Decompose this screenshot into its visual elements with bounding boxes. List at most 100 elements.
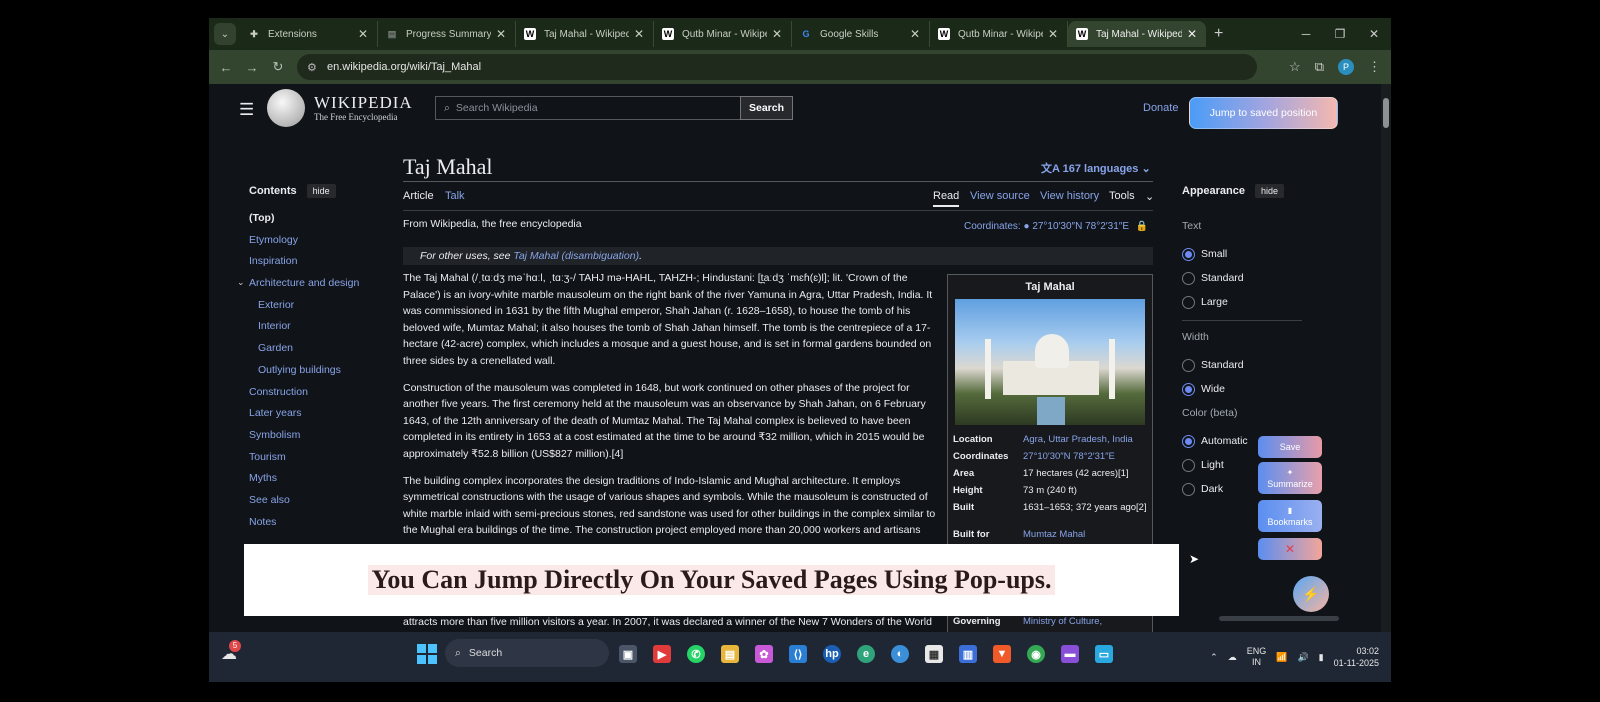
- tab-search-button[interactable]: ⌄: [214, 23, 236, 45]
- toc-item[interactable]: Interior: [249, 320, 389, 342]
- close-tab-icon[interactable]: ✕: [1047, 27, 1059, 41]
- extensions-icon[interactable]: ⧉: [1315, 59, 1324, 75]
- hp-icon[interactable]: hp: [823, 645, 841, 663]
- extension-fab-button[interactable]: ⚡: [1293, 576, 1329, 612]
- start-button[interactable]: [417, 644, 437, 664]
- main-menu-icon[interactable]: ☰: [239, 100, 254, 120]
- task-view-icon[interactable]: ▣: [619, 645, 637, 663]
- calendar-icon[interactable]: ▦: [925, 645, 943, 663]
- radio-icon[interactable]: [1182, 458, 1195, 472]
- appearance-hide-button[interactable]: hide: [1254, 184, 1284, 198]
- toc-item[interactable]: ⌄ Architecture and design: [237, 277, 389, 299]
- close-popup-button[interactable]: ✕: [1258, 538, 1322, 560]
- close-tab-icon[interactable]: ✕: [909, 27, 921, 41]
- radio-icon[interactable]: [1182, 247, 1195, 261]
- browser-tab[interactable]: ▤ Progress Summary ✕: [378, 21, 516, 47]
- infobox-value[interactable]: 27°10′30″N 78°2′31″E: [1023, 451, 1147, 468]
- whatsapp-icon[interactable]: ✆: [687, 645, 705, 663]
- minimize-icon[interactable]: ─: [1289, 27, 1323, 41]
- radio-icon[interactable]: [1182, 295, 1195, 309]
- address-bar[interactable]: ⚙ en.wikipedia.org/wiki/Taj_Mahal: [297, 54, 1257, 80]
- summarize-button[interactable]: ✦ Summarize: [1258, 462, 1322, 494]
- infobox-value[interactable]: Agra, Uttar Pradesh, India: [1023, 434, 1147, 451]
- app-icon[interactable]: ◐: [891, 645, 909, 663]
- close-tab-icon[interactable]: ✕: [771, 27, 783, 41]
- battery-icon[interactable]: ▮: [1319, 652, 1324, 663]
- screen-icon[interactable]: ▭: [1095, 645, 1113, 663]
- browser-tab[interactable]: W Taj Mahal - Wikipedia ✕: [516, 21, 654, 47]
- close-tab-icon[interactable]: ✕: [633, 27, 645, 41]
- tab-article[interactable]: Article: [403, 190, 434, 202]
- radio-icon[interactable]: [1182, 482, 1195, 496]
- browser-tab[interactable]: W Qutb Minar - Wikipedia ✕: [654, 21, 792, 47]
- tab-read[interactable]: Read: [933, 190, 960, 207]
- close-tab-icon[interactable]: ✕: [1186, 27, 1198, 41]
- toc-item[interactable]: Exterior: [249, 299, 389, 321]
- back-icon[interactable]: ←: [213, 60, 239, 75]
- tab-view-history[interactable]: View history: [1040, 190, 1099, 202]
- toc-item[interactable]: Notes: [249, 516, 389, 538]
- youtube-icon[interactable]: ▶: [653, 645, 671, 663]
- close-window-icon[interactable]: ✕: [1357, 27, 1391, 41]
- clock[interactable]: 03:02 01-11-2025: [1334, 645, 1379, 669]
- cloud-icon[interactable]: ☁: [1228, 652, 1237, 663]
- chevron-down-icon[interactable]: ⌄: [237, 277, 245, 288]
- store-icon[interactable]: ▥: [959, 645, 977, 663]
- radio-option[interactable]: Standard: [1182, 266, 1332, 290]
- bookmarks-button[interactable]: ▮ Bookmarks: [1258, 500, 1322, 532]
- search-input[interactable]: ⌕ Search Wikipedia: [435, 96, 741, 120]
- radio-option[interactable]: Small: [1182, 242, 1332, 266]
- menu-kebab-icon[interactable]: ⋮: [1368, 59, 1381, 75]
- toc-item[interactable]: See also: [249, 494, 389, 516]
- tab-talk[interactable]: Talk: [445, 190, 465, 202]
- toc-item[interactable]: Outlying buildings: [249, 364, 389, 386]
- toc-item[interactable]: Etymology: [249, 234, 389, 256]
- edge-icon[interactable]: e: [857, 645, 875, 663]
- horizontal-scrollbar[interactable]: [1219, 616, 1339, 621]
- radio-icon[interactable]: [1182, 271, 1195, 285]
- languages-button[interactable]: 文A 167 languages ⌄: [1041, 160, 1151, 176]
- radio-icon[interactable]: [1182, 358, 1195, 372]
- site-info-icon[interactable]: ⚙: [307, 61, 327, 74]
- toc-item[interactable]: Myths: [249, 472, 389, 494]
- infobox-value[interactable]: Ministry of Culture,: [1023, 616, 1147, 632]
- close-tab-icon[interactable]: ✕: [495, 27, 507, 41]
- disambiguation-link[interactable]: Taj Mahal (disambiguation): [513, 250, 639, 262]
- donate-link[interactable]: Donate: [1143, 102, 1178, 114]
- toc-item[interactable]: (Top): [249, 212, 389, 234]
- reload-icon[interactable]: ↻: [265, 59, 291, 75]
- toc-item[interactable]: Tourism: [249, 451, 389, 473]
- toc-item[interactable]: Symbolism: [249, 429, 389, 451]
- wikipedia-globe-logo[interactable]: [267, 89, 305, 127]
- browser-tab[interactable]: W Taj Mahal - Wikipedia ✕: [1068, 21, 1206, 47]
- bookmark-star-icon[interactable]: ☆: [1289, 59, 1301, 75]
- close-tab-icon[interactable]: ✕: [357, 27, 369, 41]
- toc-item[interactable]: Construction: [249, 386, 389, 408]
- copilot-icon[interactable]: ✿: [755, 645, 773, 663]
- toc-item[interactable]: Later years: [249, 407, 389, 429]
- browser-tab[interactable]: ✚ Extensions ✕: [240, 21, 378, 47]
- radio-option[interactable]: Large: [1182, 290, 1332, 314]
- file-explorer-icon[interactable]: ▤: [721, 645, 739, 663]
- taj-mahal-photo[interactable]: [955, 299, 1145, 425]
- top-coordinates[interactable]: Coordinates: ● 27°10′30″N 78°2′31″E 🔒: [964, 221, 1148, 232]
- radio-icon[interactable]: [1182, 382, 1195, 396]
- vscode-icon[interactable]: ⟨⟩: [789, 645, 807, 663]
- jump-to-saved-position-button[interactable]: Jump to saved position: [1189, 97, 1338, 129]
- browser-tab[interactable]: W Qutb Minar - Wikipedia ✕: [930, 21, 1068, 47]
- language-indicator[interactable]: ENG IN: [1247, 646, 1267, 668]
- taskbar-search[interactable]: ⌕ Search: [445, 639, 609, 667]
- vertical-scrollbar[interactable]: [1381, 84, 1391, 632]
- restore-icon[interactable]: ❐: [1323, 27, 1357, 41]
- chevron-up-icon[interactable]: ⌃: [1210, 652, 1218, 663]
- profile-avatar[interactable]: P: [1338, 59, 1354, 75]
- radio-option[interactable]: Standard: [1182, 353, 1332, 377]
- forward-icon[interactable]: →: [239, 60, 265, 75]
- toc-item[interactable]: Inspiration: [249, 255, 389, 277]
- tab-tools[interactable]: Tools: [1109, 190, 1135, 202]
- chrome-icon[interactable]: ◉: [1027, 645, 1045, 663]
- volume-icon[interactable]: 🔊: [1297, 652, 1308, 663]
- radio-icon[interactable]: [1182, 434, 1195, 448]
- radio-option[interactable]: Wide: [1182, 377, 1332, 401]
- brave-icon[interactable]: ▼: [993, 645, 1011, 663]
